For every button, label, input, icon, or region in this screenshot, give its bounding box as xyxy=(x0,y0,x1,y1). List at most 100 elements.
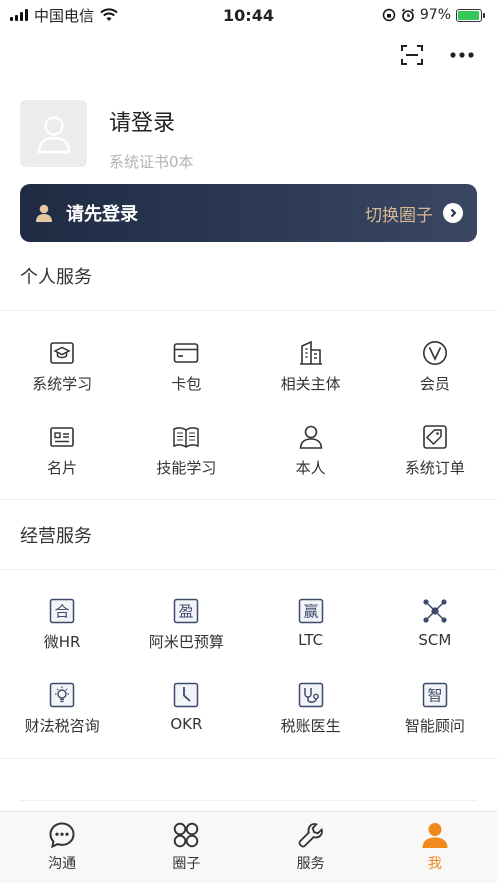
personal-services-grid: 系统学习 卡包 相关主体 会员 名片 技能学习 本人 系统订单 xyxy=(0,339,497,507)
service-related-entity[interactable]: 相关主体 xyxy=(249,339,373,423)
tab-label: 我 xyxy=(427,856,442,872)
grid-label: 会员 xyxy=(419,375,450,393)
status-time: 10:44 xyxy=(223,5,274,25)
default-avatar-icon xyxy=(37,115,70,153)
tab-services[interactable]: 服务 xyxy=(249,812,373,883)
building-icon xyxy=(297,339,325,367)
login-prompt[interactable]: 请登录 xyxy=(109,105,194,137)
grid-label: 卡包 xyxy=(171,375,202,393)
battery-percent: 97% xyxy=(419,7,451,23)
switch-circle-label: 切换圈子 xyxy=(365,205,433,226)
avatar[interactable] xyxy=(20,100,87,167)
tab-label: 沟通 xyxy=(48,856,77,872)
clock-icon xyxy=(172,681,200,709)
zhi-char-icon: 智 xyxy=(421,681,449,709)
profile-text: 请登录 系统证书0本 xyxy=(109,100,194,172)
grid-label: 名片 xyxy=(47,459,78,477)
tab-label: 服务 xyxy=(296,856,325,872)
scan-button[interactable] xyxy=(399,42,425,68)
section-title-business: 经营服务 xyxy=(20,526,92,547)
wifi-icon xyxy=(100,8,118,21)
grid-label: 系统订单 xyxy=(404,459,465,477)
chevron-right-icon xyxy=(443,203,463,223)
tab-me[interactable]: 我 xyxy=(373,812,497,883)
status-right: 97% xyxy=(382,7,485,23)
grid-label: LTC xyxy=(298,631,324,649)
person-icon xyxy=(297,423,325,451)
svg-text:合: 合 xyxy=(55,603,70,621)
service-ltc[interactable]: 赢 LTC xyxy=(249,597,373,681)
service-okr[interactable]: OKR xyxy=(124,681,248,765)
ying-win-char-icon: 赢 xyxy=(297,597,325,625)
network-icon xyxy=(421,597,449,625)
divider xyxy=(0,499,497,500)
circles-icon xyxy=(174,822,199,848)
grid-label: 本人 xyxy=(295,459,326,477)
tab-circles[interactable]: 圈子 xyxy=(124,812,248,883)
alarm-icon xyxy=(401,8,414,22)
grid-label: 智能顾问 xyxy=(404,717,465,735)
grid-label: 微HR xyxy=(43,633,81,651)
svg-text:智: 智 xyxy=(427,687,442,705)
me-icon xyxy=(422,823,448,848)
service-card-wallet[interactable]: 卡包 xyxy=(124,339,248,423)
service-smart-advisor[interactable]: 智 智能顾问 xyxy=(373,681,497,765)
service-amoeba-budget[interactable]: 盈 阿米巴预算 xyxy=(124,597,248,681)
more-button[interactable] xyxy=(449,42,475,68)
scan-icon xyxy=(401,45,423,65)
chat-icon xyxy=(49,822,75,849)
grid-label: 税账医生 xyxy=(280,717,341,735)
service-skill-learning[interactable]: 技能学习 xyxy=(124,423,248,507)
profile-header[interactable]: 请登录 系统证书0本 xyxy=(20,100,194,172)
cert-count: 系统证书0本 xyxy=(109,153,194,171)
ying-char-icon: 盈 xyxy=(172,597,200,625)
user-icon xyxy=(36,204,52,222)
business-services-grid: 合 微HR 盈 阿米巴预算 赢 LTC SCM 财法税咨询 OKR 税账医生 智… xyxy=(0,597,497,765)
grid-label: 财法税咨询 xyxy=(24,717,100,735)
status-left: 中国电信 xyxy=(10,5,118,26)
divider xyxy=(0,310,497,311)
rotation-lock-icon xyxy=(382,8,396,22)
service-myself[interactable]: 本人 xyxy=(249,423,373,507)
divider xyxy=(20,800,477,801)
lightbulb-icon xyxy=(48,681,76,709)
book-icon xyxy=(172,423,200,451)
signal-icon xyxy=(10,9,28,21)
divider xyxy=(0,569,497,570)
grid-label: 技能学习 xyxy=(156,459,217,477)
grid-label: 阿米巴预算 xyxy=(148,633,224,651)
grid-label: OKR xyxy=(170,715,203,733)
service-finance-law-tax[interactable]: 财法税咨询 xyxy=(0,681,124,765)
service-micro-hr[interactable]: 合 微HR xyxy=(0,597,124,681)
order-tag-icon xyxy=(421,423,449,451)
banner-login-label: 请先登录 xyxy=(66,204,138,225)
business-card-icon xyxy=(48,423,76,451)
svg-text:盈: 盈 xyxy=(179,603,194,621)
grid-label: SCM xyxy=(418,631,452,649)
tab-chat[interactable]: 沟通 xyxy=(0,812,124,883)
service-business-card[interactable]: 名片 xyxy=(0,423,124,507)
he-char-icon: 合 xyxy=(48,597,76,625)
service-system-learning[interactable]: 系统学习 xyxy=(0,339,124,423)
svg-text:赢: 赢 xyxy=(303,603,318,621)
graduation-cap-icon xyxy=(48,339,76,367)
service-membership[interactable]: 会员 xyxy=(373,339,497,423)
battery-icon xyxy=(456,8,485,22)
banner-login[interactable]: 请先登录 xyxy=(34,200,138,226)
tab-bar: 沟通 圈子 服务 我 xyxy=(0,811,497,883)
top-actions xyxy=(399,42,475,68)
service-scm[interactable]: SCM xyxy=(373,597,497,681)
section-title-personal: 个人服务 xyxy=(20,267,92,288)
service-tax-doctor[interactable]: 税账医生 xyxy=(249,681,373,765)
grid-label: 相关主体 xyxy=(280,375,341,393)
wallet-icon xyxy=(172,339,200,367)
doctor-icon xyxy=(297,681,325,709)
switch-circle-button[interactable]: 切换圈子 xyxy=(365,201,463,226)
tab-label: 圈子 xyxy=(172,856,201,872)
status-bar: 中国电信 10:44 97% xyxy=(0,0,497,30)
divider xyxy=(0,758,497,759)
login-banner[interactable]: 请先登录 切换圈子 xyxy=(20,184,477,242)
service-system-orders[interactable]: 系统订单 xyxy=(373,423,497,507)
more-dots-icon xyxy=(450,52,474,58)
wrench-icon xyxy=(298,823,323,848)
